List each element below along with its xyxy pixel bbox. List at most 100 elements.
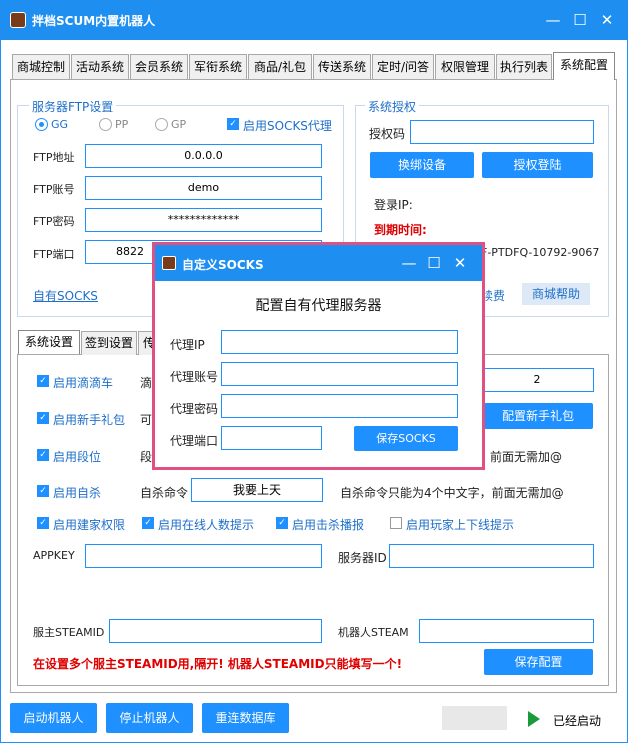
- newbie-gift-text: 可: [140, 413, 153, 427]
- build-permission-checkbox[interactable]: ✓: [37, 517, 49, 529]
- ftp-address-label: FTP地址: [33, 151, 75, 164]
- start-bot-button[interactable]: 启动机器人: [10, 703, 97, 733]
- rank-command-label: 段: [140, 450, 153, 464]
- proxy-password-input[interactable]: [221, 394, 458, 418]
- proxy-password-label: 代理密码: [170, 402, 219, 416]
- ftp-account-label: FTP账号: [33, 183, 75, 196]
- socks-checkbox[interactable]: ✓: [227, 118, 239, 130]
- taxi-command-label: 滴: [140, 376, 153, 390]
- server-id-input[interactable]: [389, 544, 594, 568]
- taxi-checkbox-label: 启用滴滴车: [53, 376, 114, 390]
- change-device-button[interactable]: 换绑设备: [370, 152, 474, 178]
- license-code-label: 授权码: [369, 127, 406, 141]
- ftp-account-input[interactable]: demo: [85, 176, 322, 200]
- tab-timer-qa[interactable]: 定时/问答: [372, 54, 434, 79]
- owner-steamid-input[interactable]: [109, 619, 322, 643]
- login-ip-label: 登录IP:: [374, 198, 413, 212]
- bot-steam-input[interactable]: [419, 619, 594, 643]
- reconnect-db-button[interactable]: 重连数据库: [202, 703, 289, 733]
- radio-gg-label: GG: [51, 118, 69, 131]
- proxy-ip-input[interactable]: [221, 330, 458, 354]
- online-count-label: 启用在线人数提示: [158, 518, 255, 532]
- save-config-button[interactable]: 保存配置: [484, 649, 593, 675]
- stop-bot-button[interactable]: 停止机器人: [106, 703, 193, 733]
- tab-rank-system[interactable]: 军衔系统: [189, 54, 247, 79]
- newbie-gift-checkbox[interactable]: ✓: [37, 412, 49, 424]
- ftp-password-input[interactable]: *************: [85, 208, 322, 232]
- steamid-warning: 在设置多个服主STEAMID用,隔开! 机器人STEAMID只能填写一个!: [33, 657, 403, 671]
- owner-steamid-label: 服主STEAMID: [33, 626, 105, 639]
- bot-steam-label: 机器人STEAM: [338, 626, 409, 639]
- play-icon: [528, 711, 540, 727]
- suicide-checkbox-label: 启用自杀: [53, 486, 102, 500]
- tab-teleport-system[interactable]: 传送系统: [313, 54, 371, 79]
- taxi-value-input[interactable]: 2: [480, 368, 594, 392]
- status-indicator: [442, 706, 507, 730]
- dialog-heading: 配置自有代理服务器: [255, 298, 382, 314]
- ftp-address-input[interactable]: 0.0.0.0: [85, 144, 322, 168]
- kill-broadcast-checkbox[interactable]: ✓: [276, 517, 288, 529]
- tab-system-config[interactable]: 系统配置: [553, 52, 615, 80]
- tab-exec-list[interactable]: 执行列表: [496, 54, 552, 79]
- own-socks-link[interactable]: 自有SOCKS: [33, 287, 98, 304]
- kill-broadcast-label: 启用击杀播报: [292, 518, 365, 532]
- online-count-checkbox[interactable]: ✓: [142, 517, 154, 529]
- app-logo-icon: [10, 12, 26, 28]
- subtab-system-settings[interactable]: 系统设置: [18, 330, 80, 354]
- radio-gg[interactable]: [35, 118, 48, 131]
- player-online-label: 启用玩家上下线提示: [406, 518, 515, 532]
- config-newbie-gift-button[interactable]: 配置新手礼包: [483, 403, 593, 429]
- dialog-close-icon[interactable]: ✕: [449, 252, 471, 274]
- dialog-maximize-icon[interactable]: ☐: [423, 252, 445, 274]
- suicide-command-label: 自杀命令: [140, 486, 189, 500]
- suicide-checkbox[interactable]: ✓: [37, 485, 49, 497]
- ftp-port-label: FTP端口: [33, 248, 75, 261]
- player-online-checkbox[interactable]: [390, 517, 402, 529]
- proxy-account-label: 代理账号: [170, 370, 219, 384]
- custom-socks-dialog: 自定义SOCKS — ☐ ✕ 配置自有代理服务器 代理IP 代理账号 代理密码 …: [152, 242, 485, 470]
- radio-pp-label: PP: [115, 118, 129, 131]
- device-id-text: F-PTDFQ-10792-9067: [481, 246, 600, 259]
- proxy-ip-label: 代理IP: [170, 338, 205, 352]
- server-id-label: 服务器ID: [338, 551, 387, 565]
- socks-checkbox-label: 启用SOCKS代理: [243, 119, 332, 133]
- save-socks-button[interactable]: 保存SOCKS: [354, 426, 458, 451]
- tab-permissions[interactable]: 权限管理: [435, 54, 495, 79]
- newbie-gift-checkbox-label: 启用新手礼包: [53, 413, 126, 427]
- title-bar: 拌档SCUM内置机器人 — ☐ ✕: [0, 0, 628, 40]
- tab-activity-system[interactable]: 活动系统: [71, 54, 129, 79]
- dialog-title-bar: 自定义SOCKS — ☐ ✕: [155, 245, 482, 281]
- expire-time-label: 到期时间:: [374, 223, 427, 237]
- dialog-minimize-icon[interactable]: —: [398, 252, 420, 274]
- proxy-port-label: 代理端口: [170, 434, 219, 448]
- dialog-logo-icon: [162, 256, 176, 270]
- tab-goods-gifts[interactable]: 商品/礼包: [248, 54, 312, 79]
- suicide-hint: 自杀命令只能为4个中文字，前面无需加@: [340, 486, 564, 500]
- proxy-port-input[interactable]: [221, 426, 322, 450]
- tab-mall-control[interactable]: 商城控制: [12, 54, 70, 79]
- tab-member-system[interactable]: 会员系统: [130, 54, 188, 79]
- license-group-title: 系统授权: [365, 98, 420, 115]
- window-title: 拌档SCUM内置机器人: [32, 14, 156, 28]
- license-login-button[interactable]: 授权登陆: [482, 152, 593, 178]
- proxy-account-input[interactable]: [221, 362, 458, 386]
- minimize-icon[interactable]: —: [542, 9, 564, 31]
- maximize-icon[interactable]: ☐: [569, 9, 591, 31]
- license-code-input[interactable]: [410, 120, 594, 144]
- dialog-title: 自定义SOCKS: [182, 258, 264, 272]
- taxi-checkbox[interactable]: ✓: [37, 375, 49, 387]
- appkey-label: APPKEY: [33, 549, 75, 562]
- ftp-password-label: FTP密码: [33, 215, 75, 228]
- mall-help-button[interactable]: 商城帮助: [522, 283, 590, 305]
- ftp-group-title: 服务器FTP设置: [29, 98, 117, 115]
- radio-pp[interactable]: [99, 118, 112, 131]
- subtab-signin-settings[interactable]: 签到设置: [81, 331, 137, 355]
- radio-gp[interactable]: [155, 118, 168, 131]
- close-icon[interactable]: ✕: [596, 9, 618, 31]
- rank-checkbox-label: 启用段位: [53, 450, 102, 464]
- rank-hint: 前面无需加@: [490, 450, 563, 464]
- build-permission-label: 启用建家权限: [53, 518, 126, 532]
- rank-checkbox[interactable]: ✓: [37, 449, 49, 461]
- appkey-input[interactable]: [85, 544, 322, 568]
- suicide-command-input[interactable]: 我要上天: [191, 478, 323, 502]
